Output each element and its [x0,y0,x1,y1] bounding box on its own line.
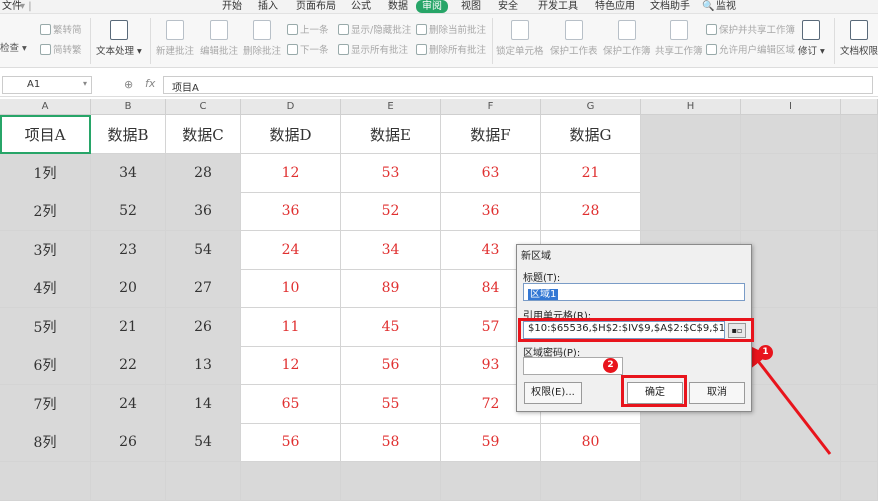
permission-button[interactable]: 权限(E)... [524,382,582,404]
cancel-button[interactable]: 取消 [689,382,745,404]
title-label: 标题(T): [523,273,561,284]
title-input-value: 区域1 [528,289,559,300]
ok-highlight-box [621,375,687,407]
dialog-title: 新区域 [521,251,551,262]
arrow-1 [744,343,832,455]
ref-highlight-box [518,318,754,342]
title-input[interactable]: 区域1 [523,283,745,301]
step-badge-1: 1 [758,345,773,360]
step-badge-2: 2 [603,358,618,373]
